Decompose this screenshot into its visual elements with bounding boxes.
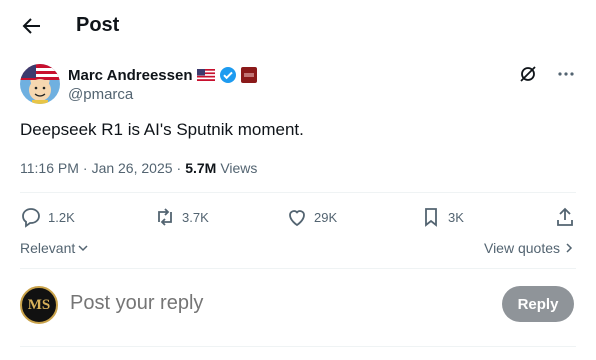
top-actions: [518, 64, 576, 84]
repost-action[interactable]: 3.7K: [154, 206, 209, 228]
like-action[interactable]: 29K: [286, 206, 337, 228]
us-flag-icon: [196, 69, 215, 81]
reply-action[interactable]: 1.2K: [20, 206, 75, 228]
repost-icon: [158, 208, 172, 226]
author-block: Marc Andreessen @pmarca: [20, 60, 576, 108]
share-action[interactable]: [554, 206, 576, 228]
views-label: Views: [220, 160, 258, 176]
view-quotes-link[interactable]: View quotes: [484, 240, 574, 256]
bookmark-action[interactable]: 3K: [420, 206, 464, 228]
repost-count: 3.7K: [182, 209, 209, 225]
chevron-down-icon: [78, 245, 88, 252]
reply-button[interactable]: Reply: [502, 286, 574, 322]
divider: [20, 346, 576, 347]
reply-count: 1.2K: [48, 209, 75, 225]
author-handle[interactable]: @pmarca: [68, 86, 133, 103]
meta-separator: ·: [176, 160, 182, 176]
reply-input[interactable]: [70, 292, 450, 315]
more-options-icon[interactable]: [556, 64, 576, 84]
page-title: Post: [76, 14, 120, 36]
chevron-right-icon: [566, 243, 573, 253]
reply-icon: [22, 208, 40, 228]
back-arrow-icon: [22, 18, 40, 34]
sort-label: Relevant: [20, 240, 76, 256]
user-avatar[interactable]: MS: [20, 286, 58, 324]
affiliate-logo-icon[interactable]: [240, 67, 257, 83]
author-name[interactable]: Marc Andreessen: [68, 67, 193, 84]
views-count: 5.7M: [185, 160, 217, 176]
heart-icon: [289, 210, 305, 227]
back-button[interactable]: [18, 12, 46, 40]
meta-separator: ·: [82, 160, 88, 176]
divider: [20, 192, 576, 193]
verified-badge-icon[interactable]: [219, 66, 237, 84]
tweet-time[interactable]: 11:16 PM: [20, 160, 79, 176]
avatar-illustration: [20, 64, 60, 104]
header: Post: [0, 0, 596, 52]
bookmark-icon: [425, 208, 437, 227]
reply-composer: MS Reply: [20, 286, 574, 326]
divider: [20, 268, 576, 269]
tweet-meta: 11:16 PM · Jan 26, 2025 · 5.7M Views: [20, 160, 257, 176]
share-icon: [557, 207, 573, 226]
sort-dropdown[interactable]: Relevant: [20, 240, 89, 256]
view-quotes-label: View quotes: [483, 240, 560, 256]
tweet-text: Deepseek R1 is AI's Sputnik moment.: [20, 120, 304, 139]
name-row: Marc Andreessen: [68, 66, 257, 84]
action-bar: 1.2K 3.7K 29K 3K: [20, 204, 576, 230]
author-avatar[interactable]: [20, 64, 60, 104]
grok-icon[interactable]: [518, 64, 538, 84]
bookmark-count: 3K: [448, 209, 464, 225]
tweet-date[interactable]: Jan 26, 2025: [92, 160, 173, 176]
like-count: 29K: [314, 209, 338, 225]
